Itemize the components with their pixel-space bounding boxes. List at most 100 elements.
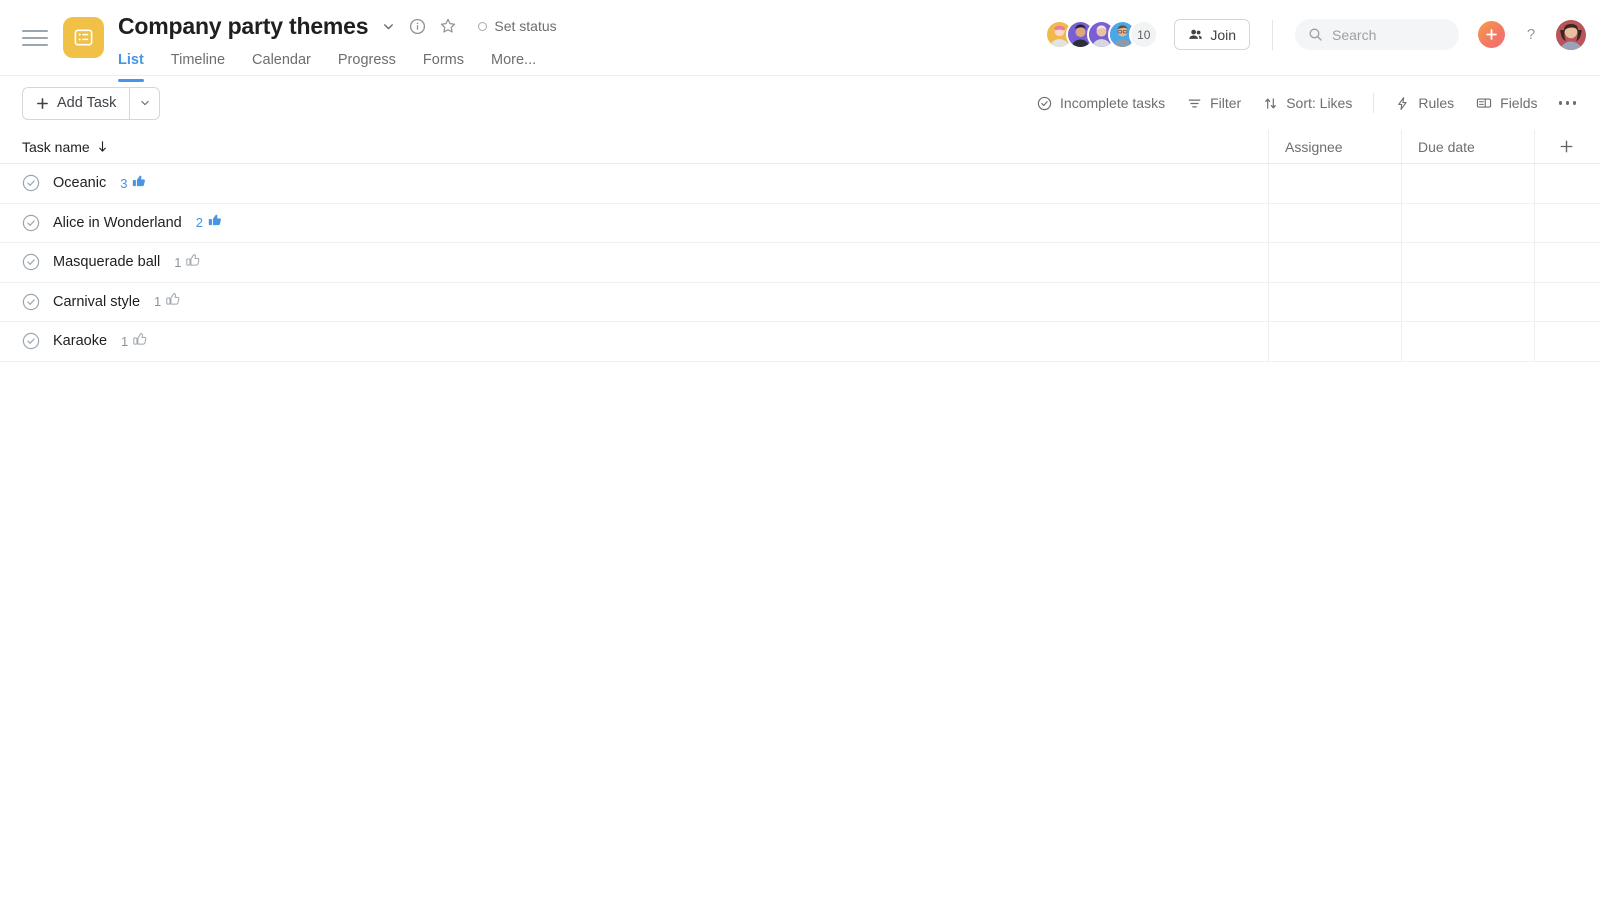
add-task-dropdown-button[interactable] (129, 87, 159, 119)
people-icon (1189, 29, 1203, 39)
status-dot-icon (478, 21, 488, 31)
project-icon[interactable] (63, 17, 104, 58)
fields-button[interactable]: Fields (1465, 90, 1548, 116)
column-header-task-name[interactable]: Task name (0, 139, 1268, 155)
toolbar-right: Incomplete tasks Filter Sort: Likes Rule… (1026, 90, 1586, 116)
like-count: 1 (174, 254, 182, 270)
assignee-cell[interactable] (1268, 164, 1401, 203)
member-overflow-count[interactable]: 10 (1129, 20, 1159, 49)
task-name-label: Masquerade ball (53, 254, 161, 271)
like-button[interactable]: 1 (174, 253, 200, 272)
thumbs-up-icon (208, 213, 222, 232)
task-name-cell[interactable]: Oceanic 3 (0, 174, 1268, 193)
like-count: 1 (154, 294, 162, 310)
due-date-cell[interactable] (1401, 164, 1534, 203)
complete-task-icon[interactable] (22, 332, 40, 350)
chevron-down-icon (141, 100, 149, 106)
add-column-button[interactable] (1534, 130, 1600, 163)
thumbs-up-icon (166, 292, 180, 311)
due-date-cell[interactable] (1401, 282, 1534, 321)
like-button[interactable]: 3 (120, 174, 146, 193)
thumbs-up-icon (186, 253, 200, 272)
sort-label: Sort: Likes (1286, 95, 1353, 111)
assignee-cell[interactable] (1268, 243, 1401, 282)
chevron-down-icon[interactable] (381, 19, 396, 34)
top-bar: Company party themes Set status List Tim… (0, 0, 1600, 82)
plus-icon (1560, 140, 1573, 153)
task-name-cell[interactable]: Alice in Wonderland 2 (0, 213, 1268, 232)
incomplete-tasks-button[interactable]: Incomplete tasks (1026, 90, 1176, 116)
row-extra-cell[interactable] (1534, 282, 1600, 321)
assignee-cell[interactable] (1268, 322, 1401, 361)
list-toolbar: Add Task Incomplete tasks Filter Sort: L… (0, 76, 1600, 130)
fields-icon (1477, 98, 1492, 108)
account-avatar[interactable] (1556, 19, 1586, 50)
table-header-row: Task name Assignee Due date (0, 130, 1600, 164)
row-extra-cell[interactable] (1534, 243, 1600, 282)
due-date-cell[interactable] (1401, 203, 1534, 242)
due-date-cell[interactable] (1401, 322, 1534, 361)
add-task-button[interactable]: Add Task (23, 88, 129, 119)
join-button[interactable]: Join (1174, 19, 1250, 50)
sort-button[interactable]: Sort: Likes (1252, 90, 1363, 116)
complete-task-icon[interactable] (22, 174, 40, 192)
row-extra-cell[interactable] (1534, 164, 1600, 203)
help-button[interactable]: ? (1519, 23, 1543, 47)
like-count: 2 (195, 215, 203, 231)
task-table: Task name Assignee Due date Oceanic 3 Ali… (0, 130, 1600, 362)
filter-button[interactable]: Filter (1176, 90, 1252, 116)
toolbar-divider (1373, 93, 1375, 113)
rules-button[interactable]: Rules (1384, 90, 1465, 116)
hamburger-icon[interactable] (22, 27, 48, 49)
lightning-bolt-icon (1398, 96, 1407, 110)
like-count: 3 (120, 175, 128, 191)
task-name-column-label: Task name (22, 138, 90, 155)
table-row[interactable]: Karaoke 1 (0, 322, 1600, 362)
assignee-cell[interactable] (1268, 203, 1401, 242)
due-date-cell[interactable] (1401, 243, 1534, 282)
task-name-cell[interactable]: Masquerade ball 1 (0, 253, 1268, 272)
search-placeholder: Search (1332, 26, 1377, 43)
complete-task-icon[interactable] (22, 253, 40, 271)
add-task-group: Add Task (22, 86, 161, 120)
arrow-down-icon (98, 141, 106, 152)
set-status-button[interactable]: Set status (478, 18, 557, 34)
task-name-label: Karaoke (53, 333, 108, 350)
column-header-assignee[interactable]: Assignee (1268, 130, 1401, 163)
join-label: Join (1210, 26, 1236, 43)
task-name-cell[interactable]: Karaoke 1 (0, 332, 1268, 351)
table-row[interactable]: Masquerade ball 1 (0, 243, 1600, 283)
create-button[interactable] (1478, 21, 1505, 48)
complete-task-icon[interactable] (22, 214, 40, 232)
column-header-due-date[interactable]: Due date (1401, 130, 1534, 163)
row-extra-cell[interactable] (1534, 203, 1600, 242)
table-row[interactable]: Alice in Wonderland 2 (0, 203, 1600, 243)
like-button[interactable]: 1 (154, 292, 180, 311)
row-extra-cell[interactable] (1534, 322, 1600, 361)
fields-label: Fields (1500, 95, 1538, 111)
incomplete-tasks-label: Incomplete tasks (1060, 95, 1166, 111)
table-row[interactable]: Carnival style 1 (0, 282, 1600, 322)
thumbs-up-icon (133, 332, 147, 351)
set-status-label: Set status (494, 18, 557, 34)
page-title: Company party themes (118, 12, 369, 39)
complete-task-icon[interactable] (22, 293, 40, 311)
list-project-icon (74, 29, 93, 46)
table-row[interactable]: Oceanic 3 (0, 164, 1600, 204)
header-divider (1272, 19, 1273, 50)
assignee-cell[interactable] (1268, 282, 1401, 321)
star-outline-icon[interactable] (439, 17, 457, 35)
filter-label: Filter (1210, 95, 1242, 111)
like-button[interactable]: 2 (196, 213, 222, 232)
assignee-column-label: Assignee (1285, 138, 1343, 155)
add-task-label: Add Task (57, 95, 117, 111)
table-body: Oceanic 3 Alice in Wonderland 2 Masquerade… (0, 164, 1600, 362)
member-avatars[interactable]: 10 (1045, 20, 1159, 49)
more-options-button[interactable] (1549, 91, 1587, 115)
info-circle-icon[interactable] (409, 18, 426, 35)
search-input[interactable]: Search (1295, 19, 1459, 50)
task-name-label: Alice in Wonderland (53, 214, 182, 231)
task-name-cell[interactable]: Carnival style 1 (0, 292, 1268, 311)
like-button[interactable]: 1 (121, 332, 147, 351)
title-row: Company party themes Set status (118, 11, 557, 41)
